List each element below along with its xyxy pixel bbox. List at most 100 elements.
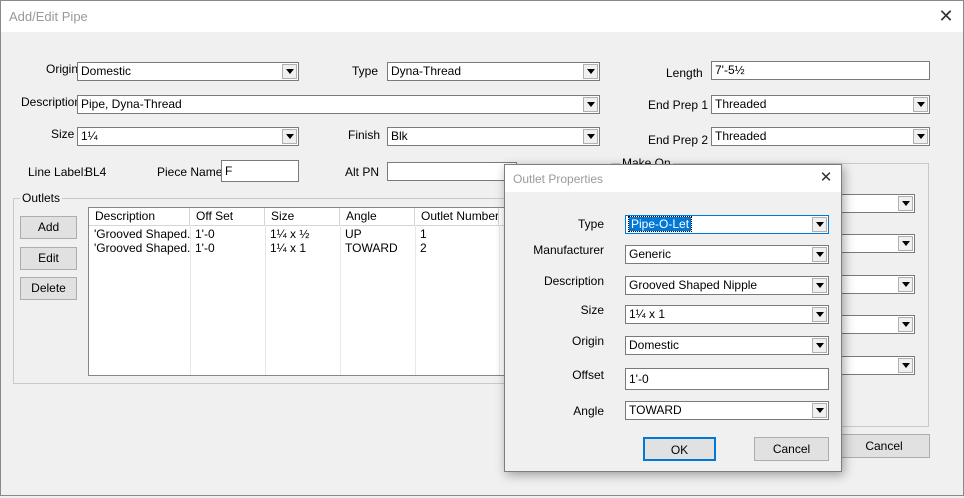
dialog-close-icon[interactable]: ✕	[816, 168, 836, 188]
description-dropdown[interactable]: Pipe, Dyna-Thread	[77, 95, 600, 114]
end-prep2-label: End Prep 2	[648, 133, 709, 147]
dialog-angle-dropdown[interactable]: TOWARD	[625, 401, 829, 420]
finish-value: Blk	[391, 129, 408, 143]
dialog-offset-label: Offset	[572, 368, 604, 382]
finish-label: Finish	[348, 128, 381, 142]
chevron-down-icon[interactable]	[898, 358, 913, 373]
piece-name-field[interactable]: F	[221, 160, 299, 182]
end-prep2-value: Threaded	[715, 129, 767, 143]
row-size: 1¼ x 1	[270, 241, 307, 255]
end-prep1-dropdown[interactable]: Threaded	[711, 95, 930, 114]
dialog-description-dropdown[interactable]: Grooved Shaped Nipple	[625, 276, 829, 295]
row-offset: 1'-0	[195, 241, 215, 255]
row-size: 1¼ x ½	[270, 227, 310, 241]
delete-button[interactable]: Delete	[20, 277, 77, 300]
dialog-origin-label: Origin	[571, 334, 604, 348]
origin-label: Origin	[46, 62, 79, 76]
chevron-down-icon[interactable]	[898, 277, 913, 292]
size-dropdown[interactable]: 1¼	[77, 127, 299, 146]
type-label: Type	[352, 64, 379, 78]
chevron-down-icon[interactable]	[898, 236, 913, 251]
window-title: Add/Edit Pipe	[9, 9, 88, 24]
end-prep2-dropdown[interactable]: Threaded	[711, 127, 930, 146]
ok-button[interactable]: OK	[643, 437, 716, 461]
column-header[interactable]: Size	[265, 208, 340, 225]
row-angle: UP	[345, 227, 362, 241]
dialog-title: Outlet Properties	[513, 172, 604, 186]
row-description: 'Grooved Shaped...	[94, 227, 190, 241]
row-description: 'Grooved Shaped...	[94, 241, 190, 255]
alt-pn-field[interactable]	[387, 162, 517, 181]
chevron-down-icon[interactable]	[812, 217, 827, 232]
line-label-value: BL4	[85, 165, 107, 179]
chevron-down-icon[interactable]	[583, 64, 598, 79]
dialog-description-value: Grooved Shaped Nipple	[629, 278, 758, 292]
dialog-description-label: Description	[543, 274, 604, 288]
column-header[interactable]: Outlet Number	[415, 208, 499, 225]
description-label: Description	[21, 95, 82, 109]
column-header[interactable]: Description	[89, 208, 190, 225]
chevron-down-icon[interactable]	[898, 196, 913, 211]
dialog-type-value: Pipe-O-Let	[627, 216, 693, 232]
dialog-type-label: Type	[577, 217, 604, 231]
edit-button[interactable]: Edit	[20, 247, 77, 270]
row-offset: 1'-0	[195, 227, 215, 241]
chevron-down-icon[interactable]	[913, 97, 928, 112]
dialog-offset-field[interactable]: 1'-0	[625, 368, 829, 390]
outlet-properties-dialog: Outlet Properties ✕ Type Pipe-O-Let Manu…	[504, 164, 842, 472]
dialog-manufacturer-value: Generic	[629, 247, 672, 261]
add-button[interactable]: Add	[20, 216, 77, 239]
dialog-size-dropdown[interactable]: 1¼ x 1	[625, 305, 829, 324]
chevron-down-icon[interactable]	[898, 317, 913, 332]
end-prep1-value: Threaded	[715, 97, 767, 111]
alt-pn-label: Alt PN	[345, 165, 380, 179]
chevron-down-icon[interactable]	[812, 338, 827, 353]
finish-dropdown[interactable]: Blk	[387, 127, 600, 146]
chevron-down-icon[interactable]	[812, 307, 827, 322]
description-value: Pipe, Dyna-Thread	[81, 97, 182, 111]
chevron-down-icon[interactable]	[583, 97, 598, 112]
table-row[interactable]: 'Grooved Shaped... 1'-0 1¼ x ½ UP 1	[89, 227, 505, 241]
table-row[interactable]: 'Grooved Shaped... 1'-0 1¼ x 1 TOWARD 2	[89, 241, 505, 255]
chevron-down-icon[interactable]	[812, 403, 827, 418]
piece-name-label: Piece Name	[157, 165, 223, 179]
chevron-down-icon[interactable]	[282, 64, 297, 79]
origin-dropdown[interactable]: Domestic	[77, 62, 299, 81]
outlets-label: Outlets	[20, 191, 63, 205]
length-field[interactable]: 7'-5½	[711, 61, 930, 80]
length-label: Length	[666, 66, 703, 80]
chevron-down-icon[interactable]	[583, 129, 598, 144]
list-header: Description Off Set Size Angle Outlet Nu…	[89, 208, 505, 226]
dialog-type-dropdown[interactable]: Pipe-O-Let	[625, 215, 829, 234]
column-header[interactable]: Off Set	[190, 208, 265, 225]
size-label: Size	[51, 127, 75, 141]
column-header[interactable]: Angle	[340, 208, 415, 225]
size-value: 1¼	[81, 129, 98, 143]
dialog-title-bar: Outlet Properties ✕	[505, 165, 841, 192]
dialog-manufacturer-dropdown[interactable]: Generic	[625, 245, 829, 264]
origin-value: Domestic	[81, 64, 132, 78]
type-value: Dyna-Thread	[391, 64, 462, 78]
cancel-button[interactable]: Cancel	[838, 434, 930, 458]
outlets-list[interactable]: Description Off Set Size Angle Outlet Nu…	[88, 207, 506, 376]
title-bar: Add/Edit Pipe ✕	[1, 1, 963, 32]
chevron-down-icon[interactable]	[812, 278, 827, 293]
dialog-size-value: 1¼ x 1	[629, 307, 666, 321]
end-prep1-label: End Prep 1	[648, 98, 709, 112]
dialog-angle-label: Angle	[573, 404, 604, 418]
row-outlet-number: 1	[420, 227, 427, 241]
dialog-size-label: Size	[580, 303, 604, 317]
dialog-origin-dropdown[interactable]: Domestic	[625, 336, 829, 355]
dialog-angle-value: TOWARD	[629, 403, 682, 417]
row-outlet-number: 2	[420, 241, 427, 255]
chevron-down-icon[interactable]	[913, 129, 928, 144]
close-icon[interactable]: ✕	[936, 6, 956, 26]
line-label-label: Line Label:	[28, 165, 87, 179]
row-angle: TOWARD	[345, 241, 398, 255]
dialog-manufacturer-label: Manufacturer	[533, 243, 604, 257]
type-dropdown[interactable]: Dyna-Thread	[387, 62, 600, 81]
chevron-down-icon[interactable]	[282, 129, 297, 144]
chevron-down-icon[interactable]	[812, 247, 827, 262]
dialog-cancel-button[interactable]: Cancel	[754, 437, 829, 461]
dialog-origin-value: Domestic	[629, 338, 680, 352]
